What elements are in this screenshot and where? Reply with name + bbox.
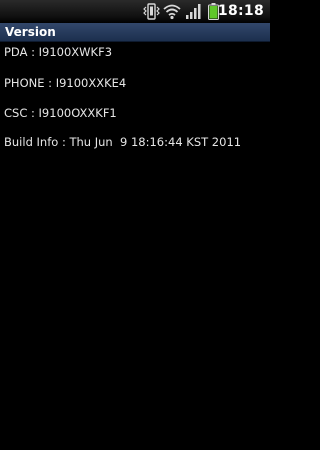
page-title: Version — [5, 25, 56, 39]
build-info: Build Info : Thu Jun 9 18:16:44 KST 2011 — [4, 135, 242, 149]
status-bar: 18:18 — [0, 0, 270, 23]
title-bar: Version — [0, 23, 270, 42]
signal-icon — [186, 4, 201, 19]
vibrate-icon — [143, 3, 160, 20]
pda-version: PDA : I9100XWKF3 — [4, 45, 113, 59]
wifi-icon — [163, 4, 181, 20]
csc-version: CSC : I9100OXXKF1 — [4, 106, 117, 120]
status-clock: 18:18 — [217, 3, 264, 19]
phone-version: PHONE : I9100XXKE4 — [4, 76, 127, 90]
